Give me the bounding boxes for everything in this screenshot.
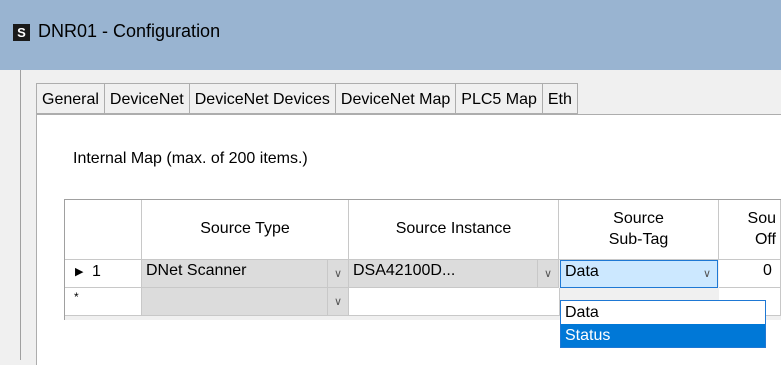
column-header-source-instance[interactable]: Source Instance [349, 200, 559, 260]
source-subtag-combo[interactable]: Data ∨ [560, 260, 718, 288]
window-border [20, 70, 21, 360]
current-row-indicator-icon: ▶ [75, 266, 84, 278]
column-header-label: Source Type [200, 220, 290, 238]
dropdown-option-status[interactable]: Status [561, 324, 765, 347]
chevron-down-icon[interactable]: ∨ [327, 288, 348, 315]
chevron-down-icon[interactable]: ∨ [327, 260, 348, 287]
column-header-source-subtag[interactable]: Source Sub-Tag [559, 200, 719, 260]
row-header-corner [65, 200, 142, 260]
tab-strip: General DeviceNet DeviceNet Devices Devi… [36, 83, 578, 114]
source-instance-value: DSA42100D... [353, 262, 456, 279]
internal-map-label: Internal Map (max. of 200 items.) [73, 150, 308, 167]
app-icon: S [13, 24, 30, 41]
column-header-source-offset[interactable]: Sou Off [719, 200, 781, 260]
tab-devicenet-map[interactable]: DeviceNet Map [334, 83, 456, 114]
source-type-value: DNet Scanner [146, 262, 247, 279]
tab-devicenet[interactable]: DeviceNet [103, 83, 189, 114]
source-subtag-value: Data [565, 263, 599, 280]
column-header-label-line2: Off [754, 230, 776, 248]
column-header-source-type[interactable]: Source Type [142, 200, 349, 260]
tab-plc5-map[interactable]: PLC5 Map [455, 83, 542, 114]
new-row-icon: * [74, 290, 79, 304]
window-title: DNR01 - Configuration [38, 21, 221, 41]
column-header-label-line1: Source [613, 209, 664, 227]
row-number: 1 [92, 263, 101, 280]
source-offset-value: 0 [763, 262, 772, 279]
source-subtag-dropdown-list[interactable]: Data Status [560, 300, 766, 348]
new-row-source-type-combo[interactable]: ∨ [142, 288, 349, 316]
tab-general[interactable]: General [36, 83, 104, 114]
chevron-down-icon[interactable]: ∨ [537, 260, 558, 287]
tab-ethernet[interactable]: Eth [541, 83, 578, 114]
source-offset-cell[interactable]: 0 [719, 260, 781, 288]
column-header-label-line2: Sub-Tag [608, 230, 669, 248]
new-row-source-instance-cell[interactable] [349, 288, 560, 316]
column-header-label: Source Instance [395, 220, 512, 238]
source-type-combo[interactable]: DNet Scanner ∨ [142, 260, 349, 288]
column-header-label-line1: Sou [747, 209, 776, 227]
dropdown-option-data[interactable]: Data [561, 301, 765, 324]
title-bar[interactable]: S DNR01 - Configuration [0, 0, 781, 70]
source-instance-combo[interactable]: DSA42100D... ∨ [349, 260, 559, 288]
tab-devicenet-devices[interactable]: DeviceNet Devices [188, 83, 335, 114]
chevron-down-icon[interactable]: ∨ [703, 267, 711, 280]
